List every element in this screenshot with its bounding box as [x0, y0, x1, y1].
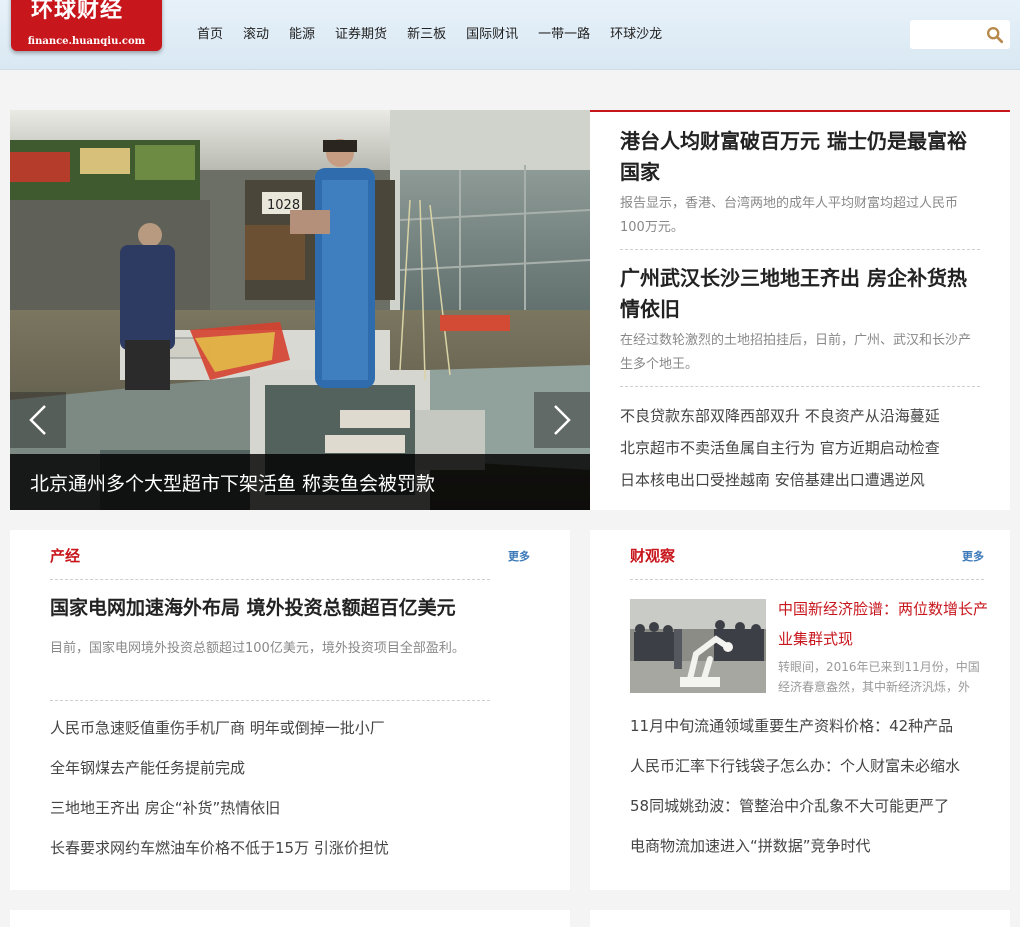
- search-box: [910, 20, 1010, 49]
- feature-thumbnail[interactable]: [630, 599, 766, 693]
- divider: [620, 249, 980, 250]
- panel-chanjing: 产经 更多 国家电网加速海外布局 境外投资总额超百亿美元 目前，国家电网境外投资…: [10, 530, 570, 890]
- list-item[interactable]: 全年钢煤去产能任务提前完成: [50, 748, 490, 788]
- panel-news-list: 11月中旬流通领域重要生产资料价格：42种产品 人民币汇率下行钱袋子怎么办：个人…: [630, 706, 1000, 866]
- feature-photo: [630, 599, 766, 693]
- site-header: 环球财经 finance.huanqiu.com 首页 滚动 能源 证券期货 新…: [0, 0, 1020, 70]
- divider: [620, 386, 980, 387]
- hero-photo: 1028: [10, 110, 590, 510]
- top-news-desc: 报告显示，香港、台湾两地的成年人平均财富均超过人民币100万元。: [620, 196, 959, 235]
- logo-text: 环球财经: [31, 0, 124, 23]
- top-news-desc: 在经过数轮激烈的土地招拍挂后，日前，广州、武汉和长沙产生多个地王。: [620, 333, 972, 372]
- feature-title[interactable]: 中国新经济脸谱：两位数增长产业集群式现: [778, 594, 988, 654]
- panel-headline[interactable]: 国家电网加速海外布局 境外投资总额超百亿美元: [50, 593, 456, 620]
- feature-desc: 转眼间，2016年已来到11月份，中国经济春意盎然，其中新经济汎烁，外: [778, 660, 980, 694]
- top-news-item: 广州武汉长沙三地地王齐出 房企补货热情依旧 在经过数轮激烈的土地招拍挂后，日前，…: [620, 263, 980, 377]
- divider: [50, 700, 490, 701]
- list-item[interactable]: 人民币急速贬值重伤手机厂商 明年或倒掉一批小厂: [50, 708, 490, 748]
- chevron-left-icon: [29, 405, 46, 435]
- more-link[interactable]: 更多: [962, 548, 984, 564]
- list-item[interactable]: 日本核电出口受挫越南 安倍基建出口遭遇逆风: [620, 464, 990, 496]
- slider-next-button[interactable]: [534, 392, 590, 448]
- list-item[interactable]: 北京超市不卖活鱼属自主行为 官方近期启动检查: [620, 432, 990, 464]
- divider: [50, 579, 490, 580]
- nav-energy[interactable]: 能源: [289, 26, 315, 44]
- divider: [630, 579, 984, 580]
- list-item[interactable]: 不良贷款东部双降西部双升 不良资产从沿海蔓延: [620, 400, 990, 432]
- search-input[interactable]: [910, 20, 982, 49]
- top-news-item: 港台人均财富破百万元 瑞士仍是最富裕国家 报告显示，香港、台湾两地的成年人平均财…: [620, 126, 980, 240]
- nav-neeq[interactable]: 新三板: [407, 26, 446, 44]
- list-item[interactable]: 长春要求网约车燃油车价格不低于15万 引涨价担忧: [50, 828, 490, 868]
- top-news-title[interactable]: 广州武汉长沙三地地王齐出 房企补货热情依旧: [620, 263, 980, 325]
- top-news-list: 不良贷款东部双降西部双升 不良资产从沿海蔓延 北京超市不卖活鱼属自主行为 官方近…: [620, 400, 990, 496]
- nav-securities[interactable]: 证券期货: [335, 26, 387, 44]
- panel-headline-desc: 目前，国家电网境外投资总额超过100亿美元，境外投资项目全部盈利。: [50, 641, 465, 656]
- list-item[interactable]: 人民币汇率下行钱袋子怎么办：个人财富未必缩水: [630, 746, 1000, 786]
- more-link[interactable]: 更多: [508, 548, 530, 564]
- main-nav: 首页 滚动 能源 证券期货 新三板 国际财讯 一带一路 环球沙龙: [197, 26, 682, 44]
- nav-salon[interactable]: 环球沙龙: [610, 26, 662, 44]
- panel-caiguancha: 财观察 更多 中国新经济脸谱：两位数增长产业集群式现 转眼间，2016年已来到1…: [590, 530, 1010, 890]
- slider-prev-button[interactable]: [10, 392, 66, 448]
- nav-international[interactable]: 国际财讯: [466, 26, 518, 44]
- hero-slider[interactable]: 1028 北京通州多个大型超市下架活鱼 称卖鱼会被罚款: [10, 110, 590, 510]
- slider-caption-bar[interactable]: 北京通州多个大型超市下架活鱼 称卖鱼会被罚款: [10, 454, 590, 510]
- top-news-title[interactable]: 港台人均财富破百万元 瑞士仍是最富裕国家: [620, 126, 980, 188]
- panel-next-right: [590, 910, 1010, 927]
- nav-scroll[interactable]: 滚动: [243, 26, 269, 44]
- list-item[interactable]: 三地地王齐出 房企“补货”热情依旧: [50, 788, 490, 828]
- slider-caption[interactable]: 北京通州多个大型超市下架活鱼 称卖鱼会被罚款: [30, 469, 435, 496]
- top-news-column: 港台人均财富破百万元 瑞士仍是最富裕国家 报告显示，香港、台湾两地的成年人平均财…: [590, 110, 1010, 510]
- search-icon[interactable]: [986, 26, 1004, 44]
- site-logo[interactable]: 环球财经 finance.huanqiu.com: [11, 0, 162, 51]
- panel-news-list: 人民币急速贬值重伤手机厂商 明年或倒掉一批小厂 全年钢煤去产能任务提前完成 三地…: [50, 708, 490, 868]
- chevron-right-icon: [554, 405, 571, 435]
- list-item[interactable]: 11月中旬流通领域重要生产资料价格：42种产品: [630, 706, 1000, 746]
- list-item[interactable]: 58同城姚劲波：管整治中介乱象不大可能更严了: [630, 786, 1000, 826]
- list-item[interactable]: 电商物流加速进入“拼数据”竞争时代: [630, 826, 1000, 866]
- panel-title[interactable]: 产经: [50, 545, 80, 566]
- nav-belt-road[interactable]: 一带一路: [538, 26, 590, 44]
- panel-next-left: [10, 910, 570, 927]
- logo-domain: finance.huanqiu.com: [27, 36, 146, 47]
- nav-home[interactable]: 首页: [197, 26, 223, 44]
- panel-title[interactable]: 财观察: [630, 545, 675, 566]
